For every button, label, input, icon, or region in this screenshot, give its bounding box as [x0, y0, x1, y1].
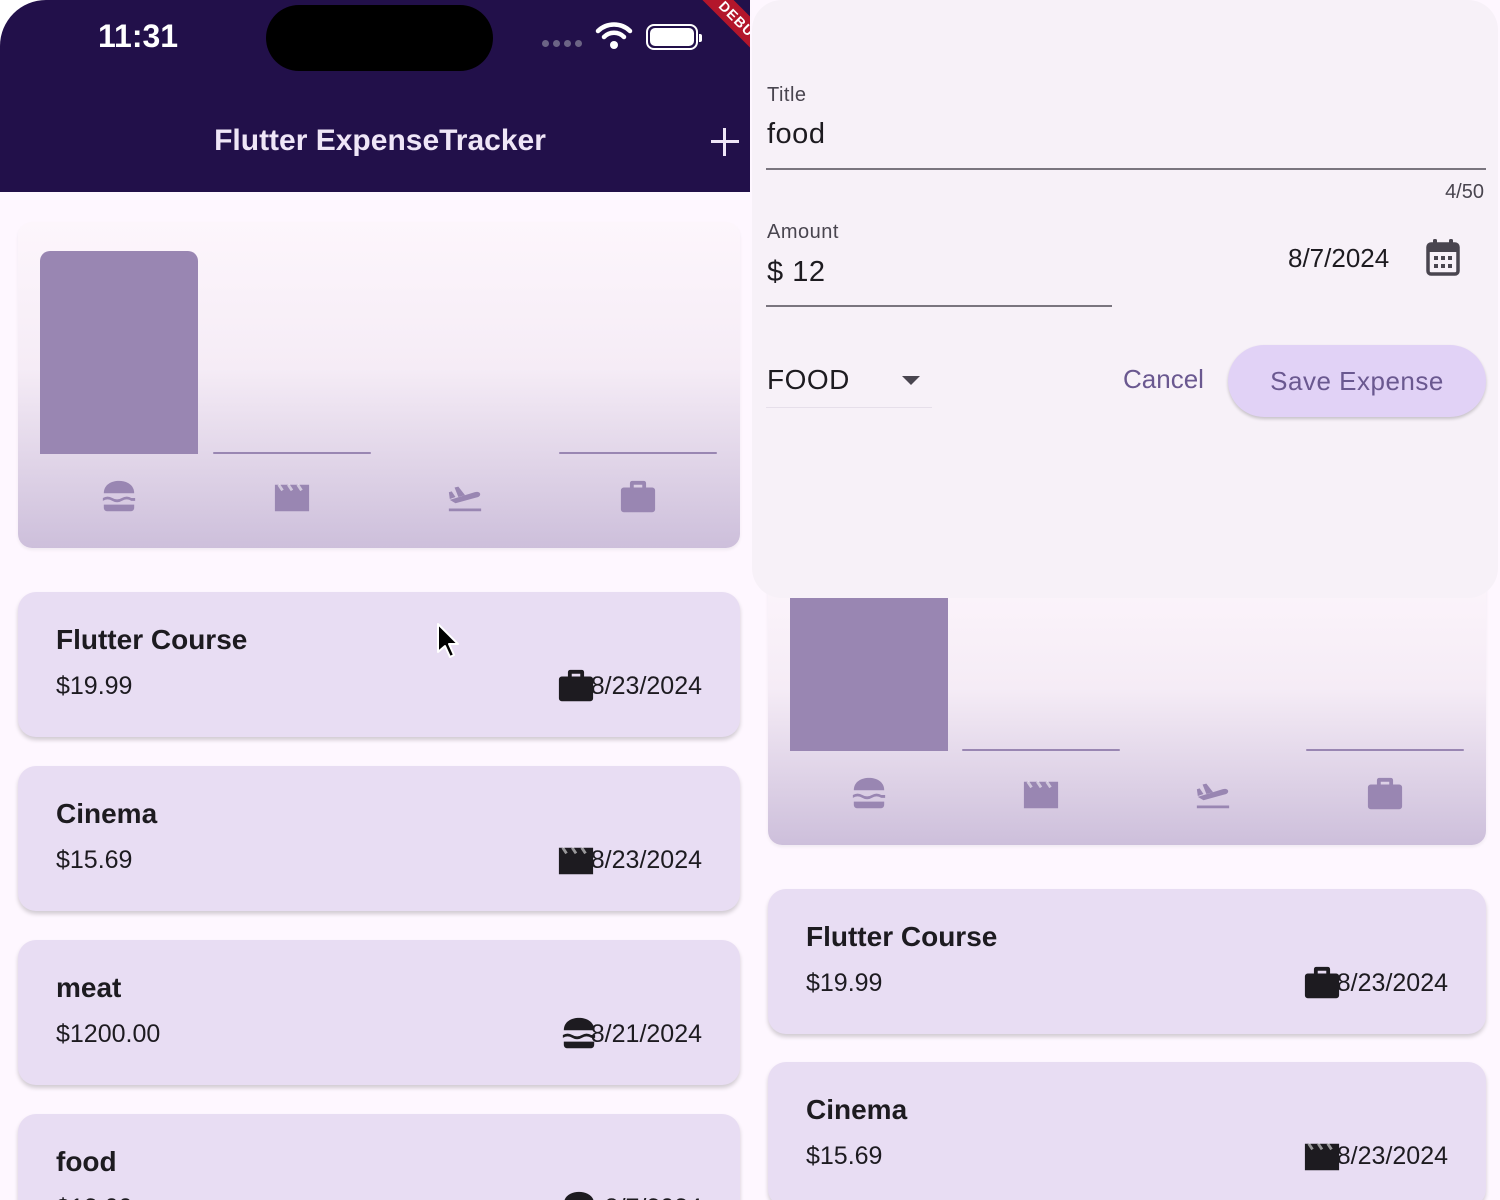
chart-bar-work — [1306, 749, 1464, 751]
expense-date: 8/21/2024 — [590, 1020, 702, 1048]
chart-bar-food — [40, 251, 198, 454]
expense-item[interactable]: Flutter Course $19.99 8/23/2024 — [18, 592, 740, 737]
expense-date: 8/23/2024 — [1336, 969, 1448, 997]
lunch-icon — [100, 479, 138, 518]
expense-item[interactable]: meat $1200.00 8/21/2024 — [18, 940, 740, 1085]
work-icon — [1303, 965, 1341, 1004]
amount-underline — [766, 305, 1112, 307]
expense-title: Flutter Course — [806, 921, 998, 952]
expense-amount: $15.69 — [806, 1142, 883, 1170]
expense-title: meat — [56, 972, 122, 1003]
save-expense-button[interactable]: Save Expense — [1228, 345, 1486, 417]
dynamic-island — [266, 5, 493, 71]
expense-item[interactable]: Cinema $15.69 8/23/2024 — [18, 766, 740, 911]
new-expense-screen: Title food 4/50 Amount $ 12 8/7/2024 FOO… — [750, 0, 1500, 1200]
expense-date: 8/7/2024 — [605, 1194, 702, 1200]
expense-title: Cinema — [56, 798, 158, 829]
flight-takeoff-icon — [1194, 776, 1232, 815]
expense-title: Cinema — [806, 1094, 908, 1125]
wifi-icon — [595, 22, 633, 49]
cancel-button[interactable]: Cancel — [1123, 364, 1204, 395]
app-title: Flutter ExpenseTracker — [214, 124, 546, 157]
dropdown-arrow-icon — [902, 376, 920, 385]
expense-item[interactable]: Cinema $15.69 8/23/2024 — [768, 1062, 1486, 1200]
expense-date: 8/23/2024 — [1336, 1142, 1448, 1170]
chart-bar-leisure — [213, 452, 371, 454]
expense-chart — [18, 222, 740, 548]
title-label: Title — [767, 84, 807, 106]
dropdown-underline — [766, 407, 932, 408]
expense-item[interactable]: food $12.00 8/7/2024 — [18, 1114, 740, 1200]
calendar-icon[interactable] — [1424, 238, 1462, 278]
expense-chart — [768, 560, 1486, 845]
category-value: FOOD — [767, 364, 850, 395]
expense-amount: $19.99 — [56, 672, 133, 700]
movie-icon — [557, 842, 595, 881]
expense-amount: $1200.00 — [56, 1020, 161, 1048]
expense-date: 8/23/2024 — [590, 846, 702, 874]
expense-amount: $19.99 — [806, 969, 883, 997]
expense-date: 8/23/2024 — [590, 672, 702, 700]
movie-icon — [1022, 776, 1060, 815]
work-icon — [557, 668, 595, 707]
mouse-pointer-icon — [437, 623, 459, 658]
amount-input[interactable]: $ 12 — [767, 256, 825, 289]
expense-amount: $12.00 — [56, 1194, 132, 1200]
movie-icon — [273, 479, 311, 518]
battery-icon — [646, 24, 702, 50]
amount-value: 12 — [792, 256, 826, 288]
work-icon — [619, 479, 657, 518]
cellular-signal-icon — [542, 40, 582, 47]
title-char-counter: 4/50 — [1445, 181, 1484, 203]
chart-bar-leisure — [962, 749, 1120, 751]
expense-list-screen: 11:31 DEBUG Flutter ExpenseTracker Flutt… — [0, 0, 750, 1200]
app-bar: 11:31 DEBUG Flutter ExpenseTracker — [0, 0, 750, 192]
amount-prefix: $ — [767, 256, 793, 288]
chart-bar-work — [559, 452, 717, 454]
expense-amount: $15.69 — [56, 846, 133, 874]
title-input[interactable]: food — [767, 118, 825, 151]
amount-label: Amount — [767, 221, 839, 243]
title-underline — [766, 168, 1486, 170]
chart-bar-food — [790, 581, 948, 751]
expense-item[interactable]: Flutter Course $19.99 8/23/2024 — [768, 889, 1486, 1034]
lunch-icon — [560, 1190, 598, 1200]
expense-title: Flutter Course — [56, 624, 248, 655]
selected-date: 8/7/2024 — [1288, 243, 1390, 273]
work-icon — [1366, 776, 1404, 815]
expense-title: food — [56, 1146, 117, 1177]
flight-takeoff-icon — [446, 479, 484, 518]
movie-icon — [1303, 1138, 1341, 1177]
new-expense-sheet: Title food 4/50 Amount $ 12 8/7/2024 FOO… — [752, 0, 1498, 598]
status-time: 11:31 — [98, 18, 179, 54]
add-expense-button[interactable] — [706, 122, 746, 162]
lunch-icon — [850, 776, 888, 815]
